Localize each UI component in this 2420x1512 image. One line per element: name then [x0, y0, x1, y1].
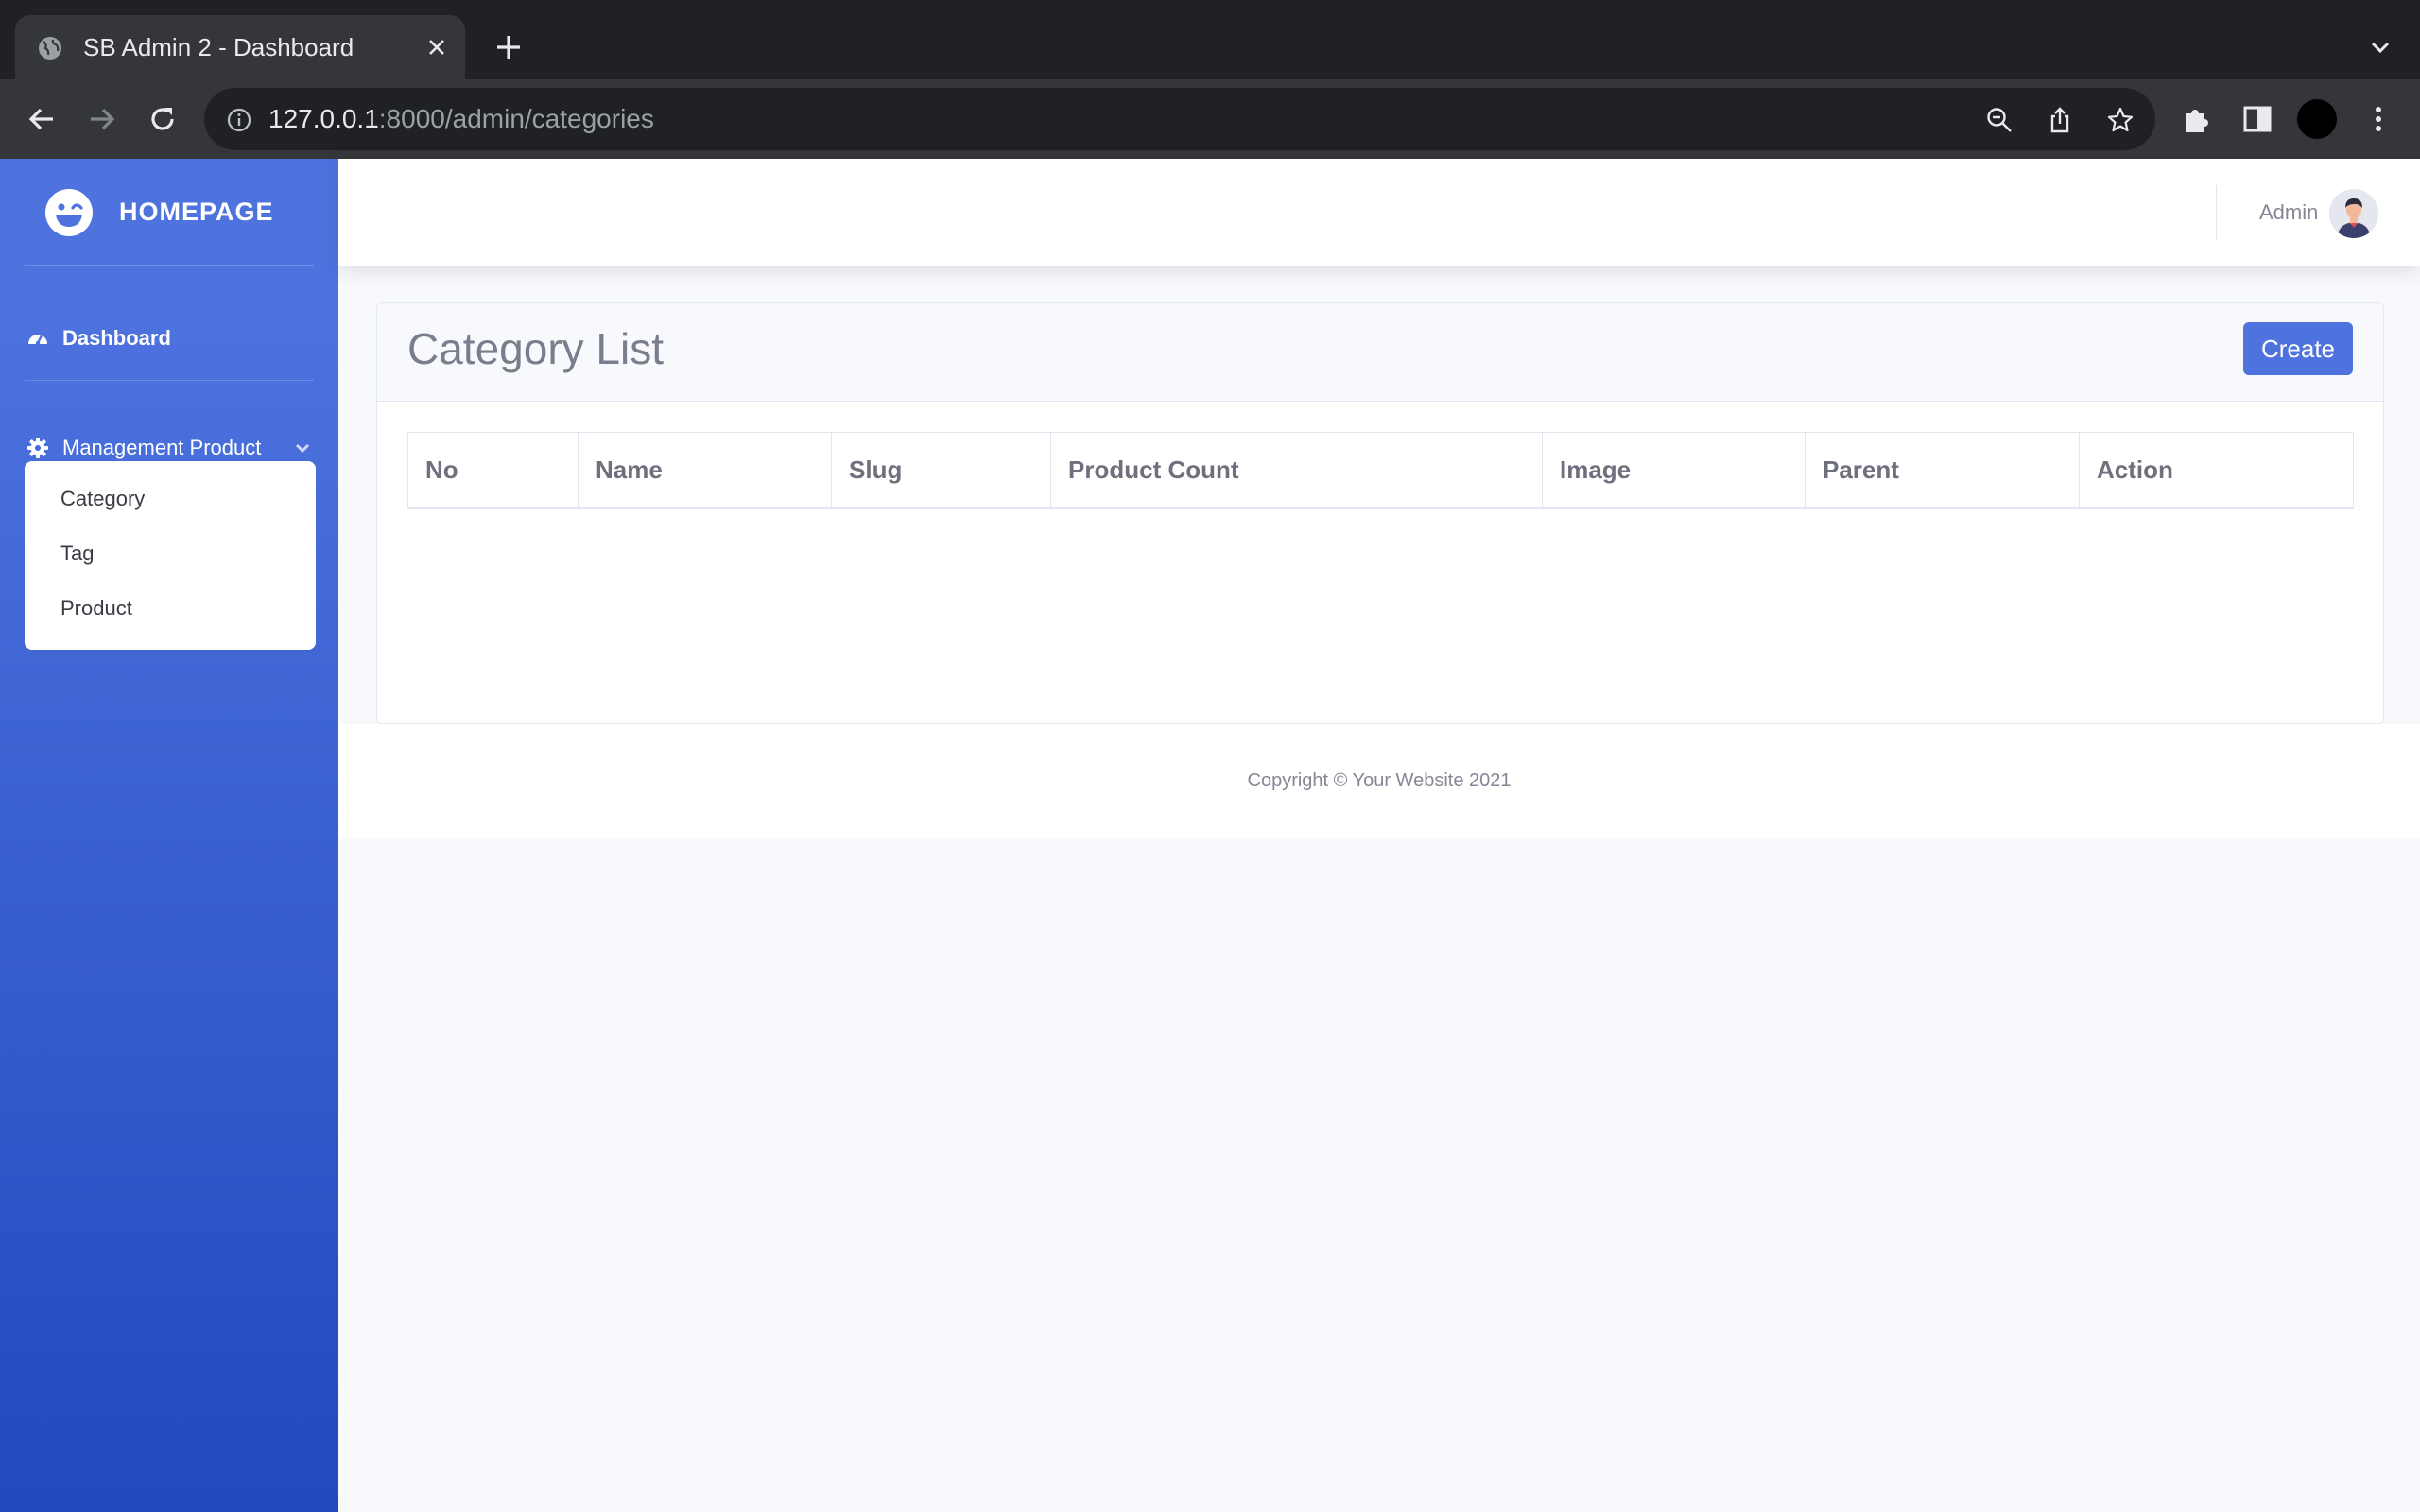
copyright-text: Copyright © Your Website 2021	[1247, 770, 1512, 791]
url-text[interactable]: 127.0.0.1:8000/admin/categories	[268, 104, 654, 134]
sidebar-item-dashboard[interactable]: Dashboard	[0, 310, 338, 367]
bookmark-star-icon[interactable]	[2106, 106, 2135, 134]
extensions-icon[interactable]	[2180, 102, 2214, 136]
browser-tab[interactable]: SB Admin 2 - Dashboard	[15, 15, 465, 79]
submenu-item-tag[interactable]: Tag	[60, 541, 94, 567]
back-icon[interactable]	[23, 100, 60, 138]
url-host: 127.0.0.1	[268, 104, 379, 133]
close-icon[interactable]	[425, 36, 448, 59]
brand-name: HOMEPAGE	[119, 198, 274, 226]
column-header-parent[interactable]: Parent	[1805, 432, 2080, 509]
gear-icon	[27, 438, 48, 458]
browser-toolbar: 127.0.0.1:8000/admin/categories	[0, 79, 2420, 159]
laugh-wink-icon	[45, 189, 93, 236]
sidebar-item-label: Dashboard	[62, 326, 171, 350]
card-header: Category List Create	[377, 303, 2383, 402]
address-bar[interactable]: 127.0.0.1:8000/admin/categories	[204, 88, 2155, 150]
sidebar: HOMEPAGE Dashboard Management Product Ca…	[0, 159, 338, 1512]
chevron-down-icon	[296, 444, 309, 453]
sidebar-item-label: Management Product	[62, 436, 262, 459]
browser-tab-strip: SB Admin 2 - Dashboard	[0, 0, 2420, 79]
url-path: :8000/admin/categories	[378, 104, 654, 133]
sidebar-brand[interactable]: HOMEPAGE	[0, 159, 338, 265]
page-title: Category List	[407, 324, 665, 373]
user-name[interactable]: Admin	[2259, 199, 2318, 226]
profile-avatar[interactable]	[2297, 99, 2337, 139]
tab-title: SB Admin 2 - Dashboard	[83, 33, 354, 61]
sidebar-divider	[25, 380, 314, 381]
create-button[interactable]: Create	[2243, 322, 2353, 375]
globe-icon	[39, 37, 61, 60]
topbar: Admin	[338, 159, 2420, 266]
forward-icon[interactable]	[83, 100, 121, 138]
tab-list-icon[interactable]	[2367, 36, 2394, 59]
collapse-submenu: Category Tag Product	[25, 461, 316, 650]
reload-icon[interactable]	[144, 100, 182, 138]
app-root: HOMEPAGE Dashboard Management Product Ca…	[0, 159, 2420, 1512]
info-icon[interactable]	[227, 108, 251, 132]
zoom-icon[interactable]	[1985, 106, 2014, 134]
share-icon[interactable]	[2046, 106, 2074, 134]
topbar-divider	[2216, 185, 2217, 240]
column-header-no[interactable]: No	[407, 432, 579, 509]
category-table: No Name Slug Product Count Image Parent …	[407, 432, 2354, 509]
column-header-image[interactable]: Image	[1542, 432, 1806, 509]
table-header-row: No Name Slug Product Count Image Parent …	[407, 432, 2354, 509]
avatar[interactable]	[2329, 189, 2378, 238]
side-panel-icon[interactable]	[2240, 102, 2274, 136]
footer: Copyright © Your Website 2021	[338, 724, 2420, 839]
column-header-action[interactable]: Action	[2079, 432, 2354, 509]
new-tab-icon[interactable]	[493, 32, 524, 62]
column-header-slug[interactable]: Slug	[831, 432, 1051, 509]
submenu-item-category[interactable]: Category	[60, 486, 145, 512]
menu-icon[interactable]	[2361, 102, 2395, 136]
submenu-item-product[interactable]: Product	[60, 595, 132, 622]
sidebar-divider	[25, 265, 314, 266]
tachometer-icon	[28, 335, 47, 346]
column-header-name[interactable]: Name	[578, 432, 832, 509]
user-avatar-icon	[2329, 189, 2378, 238]
column-header-product-count[interactable]: Product Count	[1050, 432, 1543, 509]
category-card: Category List Create No Name Slug Produc…	[376, 302, 2384, 724]
